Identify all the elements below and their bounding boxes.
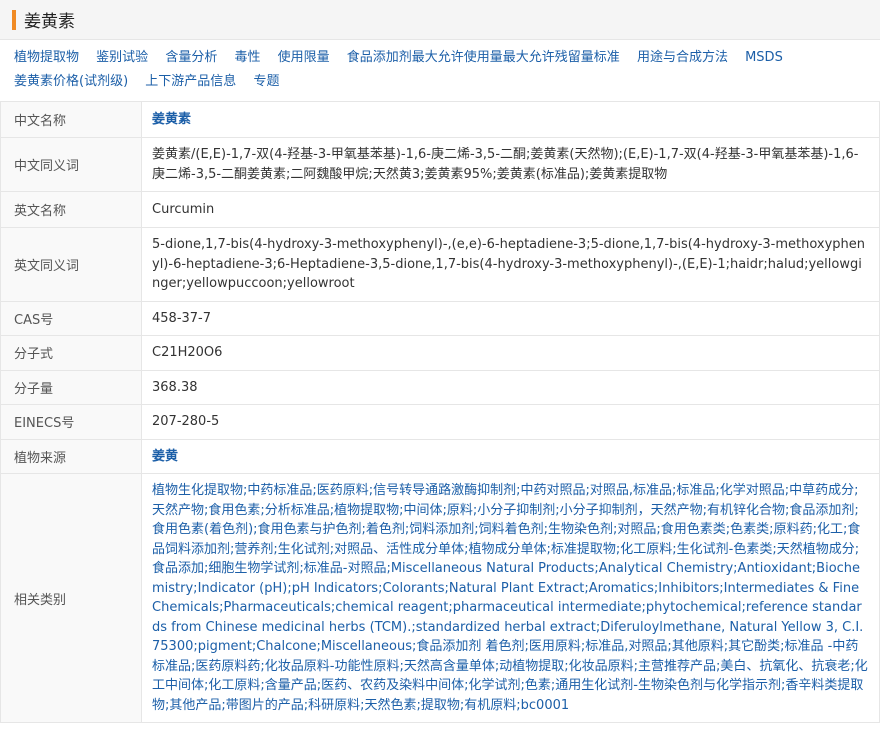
- plant-source-link[interactable]: 姜黄: [152, 449, 178, 464]
- row-label: 相关类别: [0, 473, 142, 723]
- row-mw: 分子量 368.38: [0, 369, 880, 405]
- row-einecs: EINECS号 207-280-5: [0, 404, 880, 440]
- property-table: 中文名称 姜黄素 中文同义词 姜黄素/(E,E)-1,7-双(4-羟基-3-甲氧…: [0, 101, 880, 723]
- nav-msds[interactable]: MSDS: [745, 50, 783, 65]
- row-cn-name: 中文名称 姜黄素: [0, 101, 880, 138]
- nav-upstream-downstream[interactable]: 上下游产品信息: [145, 74, 236, 89]
- nav-identification-test[interactable]: 鉴别试验: [96, 50, 148, 65]
- row-label: 中文同义词: [0, 137, 142, 192]
- nav-food-additive-standard[interactable]: 食品添加剂最大允许使用量最大允许残留量标准: [347, 50, 620, 65]
- row-formula: 分子式 C21H20O6: [0, 335, 880, 371]
- row-plant-source: 植物来源 姜黄: [0, 438, 880, 474]
- row-label: CAS号: [0, 300, 142, 336]
- nav-topic[interactable]: 专题: [253, 74, 279, 89]
- nav-plant-extract[interactable]: 植物提取物: [14, 50, 79, 65]
- cas-value: 458-37-7: [141, 300, 880, 336]
- formula-value: C21H20O6: [141, 335, 880, 371]
- title-accent-bar: [12, 9, 16, 30]
- cn-name-link[interactable]: 姜黄素: [152, 112, 191, 127]
- page-title: 姜黄素: [24, 12, 75, 32]
- row-label: 分子量: [0, 369, 142, 405]
- cn-synonyms-value: 姜黄素/(E,E)-1,7-双(4-羟基-3-甲氧基苯基)-1,6-庚二烯-3,…: [141, 137, 880, 192]
- row-categories: 相关类别 植物生化提取物;中药标准品;医药原料;信号转导通路激酶抑制剂;中药对照…: [0, 473, 880, 723]
- row-label: EINECS号: [0, 404, 142, 440]
- en-synonyms-value: 5-dione,1,7-bis(4-hydroxy-3-methoxypheny…: [141, 227, 880, 302]
- row-label: 植物来源: [0, 438, 142, 474]
- row-label: 英文同义词: [0, 227, 142, 302]
- row-cn-synonyms: 中文同义词 姜黄素/(E,E)-1,7-双(4-羟基-3-甲氧基苯基)-1,6-…: [0, 137, 880, 192]
- mw-value: 368.38: [141, 369, 880, 405]
- row-cas: CAS号 458-37-7: [0, 300, 880, 336]
- row-label: 中文名称: [0, 101, 142, 138]
- nav-usage-limit[interactable]: 使用限量: [278, 50, 330, 65]
- einecs-value: 207-280-5: [141, 404, 880, 440]
- en-name-value: Curcumin: [141, 191, 880, 228]
- row-en-synonyms: 英文同义词 5-dione,1,7-bis(4-hydroxy-3-methox…: [0, 227, 880, 302]
- page: 姜黄素 植物提取物 鉴别试验 含量分析 毒性 使用限量 食品添加剂最大允许使用量…: [0, 0, 880, 733]
- row-label: 分子式: [0, 335, 142, 371]
- row-en-name: 英文名称 Curcumin: [0, 191, 880, 228]
- section-nav: 植物提取物 鉴别试验 含量分析 毒性 使用限量 食品添加剂最大允许使用量最大允许…: [0, 40, 880, 98]
- nav-price[interactable]: 姜黄素价格(试剂级): [14, 74, 128, 89]
- nav-assay[interactable]: 含量分析: [165, 50, 217, 65]
- nav-toxicity[interactable]: 毒性: [234, 50, 260, 65]
- row-label: 英文名称: [0, 191, 142, 228]
- nav-uses-synthesis[interactable]: 用途与合成方法: [637, 50, 728, 65]
- page-title-bar: 姜黄素: [0, 0, 880, 40]
- categories-value[interactable]: 植物生化提取物;中药标准品;医药原料;信号转导通路激酶抑制剂;中药对照品;对照品…: [141, 473, 880, 723]
